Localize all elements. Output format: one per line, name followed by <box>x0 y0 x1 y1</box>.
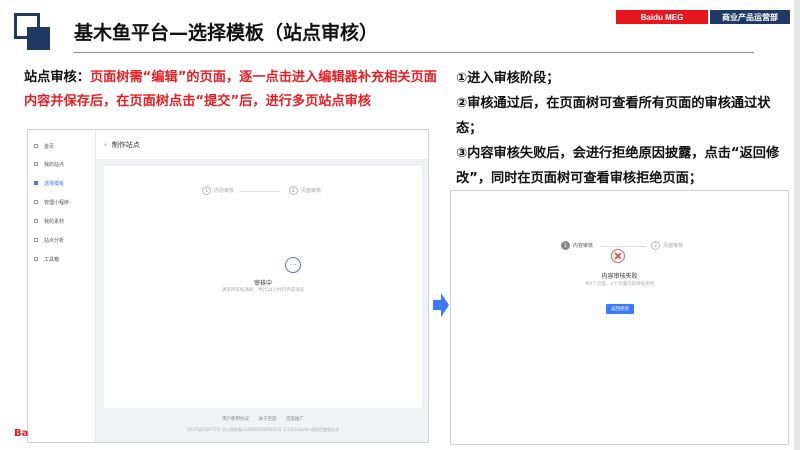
review-card: 1 内容审核 2 页面审核 ··· 审核中 请等待审核通知，预计24小时内完成审… <box>104 166 422 408</box>
step-number-1: 1 <box>202 186 211 195</box>
description-lead: 站点审核： <box>24 70 90 85</box>
step-page-review-failed: 2 页面审核 <box>651 241 683 250</box>
fail-status-title: 内容审核失败 <box>601 273 638 280</box>
step-content-review: 1 内容审核 <box>202 186 234 195</box>
fail-status-subtitle: 共X个页面，X个页面内容审核拒绝 <box>584 282 655 287</box>
footer-link-agreement[interactable]: 用户使用协议 <box>222 417 249 422</box>
brand-department: 商业产品运营部 <box>710 10 790 24</box>
progress-steps: 1 内容审核 2 页面审核 <box>104 186 422 202</box>
sidebar-item-analytics[interactable]: 站点分析 <box>28 233 96 247</box>
step-content-review-failed: 1 内容审核 <box>561 241 593 250</box>
step-connector <box>601 246 646 247</box>
pending-clock-icon: ··· <box>285 257 301 273</box>
page-title: 基木鱼平台—选择模板（站点审核） <box>74 22 379 44</box>
home-icon <box>34 144 38 148</box>
step-number-2: 2 <box>289 186 298 195</box>
materials-icon <box>34 219 38 223</box>
mini-program-icon <box>34 200 38 204</box>
progress-steps-failed: 1 内容审核 2 页面审核 <box>451 211 788 250</box>
status-subtitle: 请等待审核通知，预计24小时内完成审核 <box>221 288 305 293</box>
footer-link-about[interactable]: 关于百度 <box>259 417 277 422</box>
sidebar-item-materials[interactable]: 我的素材 <box>28 214 96 228</box>
footer-copyright: 京ICP证030173号 京公网安备11000002000001号 ©2020 … <box>187 427 339 432</box>
toolbox-icon <box>34 257 38 261</box>
step-label-2: 页面审核 <box>663 243 684 249</box>
brand-name: Baidu MEG <box>616 10 708 24</box>
title-divider <box>74 52 754 53</box>
review-pending-screenshot: 首页 我的站点 选择模板 管理小程序 我的素材 站点分析 工具箱 ‹ 制作站点 … <box>27 129 429 443</box>
return-modify-button[interactable]: 返回修改 <box>606 304 634 314</box>
editor-header-title: 制作站点 <box>111 140 140 149</box>
step-item-1: ①进入审核阶段； <box>456 71 560 86</box>
sidebar-item-home[interactable]: 首页 <box>28 139 96 153</box>
status-title: 审核中 <box>253 280 272 287</box>
template-icon <box>34 181 38 185</box>
brand-badge: Baidu MEG 商业产品运营部 <box>616 10 790 24</box>
sidebar-item-mini-program[interactable]: 管理小程序 <box>28 195 96 209</box>
sidebar-item-templates[interactable]: 选择模板 <box>28 176 96 190</box>
steps-list: ①进入审核阶段； ②审核通过后，在页面树可查看所有页面的审核通过状态； ③内容审… <box>456 66 796 191</box>
step-connector <box>240 191 280 192</box>
editor-header: ‹ 制作站点 <box>96 130 428 160</box>
review-failed-screenshot: 1 内容审核 2 页面审核 内容审核失败 共X个页面，X个页面内容审核拒绝 返回… <box>450 190 789 445</box>
back-arrow-icon[interactable]: ‹ <box>104 141 107 149</box>
step-number-1: 1 <box>561 241 570 250</box>
sidebar-item-my-sites[interactable]: 我的站点 <box>28 157 96 171</box>
sidebar: 首页 我的站点 选择模板 管理小程序 我的素材 站点分析 工具箱 <box>28 130 96 442</box>
fail-x-icon <box>611 249 625 263</box>
step-label-1: 内容审核 <box>573 243 594 249</box>
description-text: 站点审核：页面树需“编辑”的页面，逐一点击进入编辑器补充相关页面内容并保存后，在… <box>24 66 444 114</box>
step-number-2: 2 <box>651 241 660 250</box>
step-item-3: ③内容审核失败后，会进行拒绝原因披露，点击“返回修改”，同时在页面树可查看审核拒… <box>456 146 780 186</box>
step-item-2: ②审核通过后，在页面树可查看所有页面的审核通过状态； <box>456 96 771 136</box>
bottom-logo-text: Ba <box>14 428 29 439</box>
step-label-1: 内容审核 <box>214 188 235 194</box>
footer-link-promotion[interactable]: 百度推广 <box>286 417 304 422</box>
sidebar-item-toolbox[interactable]: 工具箱 <box>28 252 96 266</box>
step-page-review: 2 页面审核 <box>289 186 321 195</box>
footer-links: 用户使用协议 关于百度 百度推广 <box>104 416 422 422</box>
site-icon <box>34 162 38 166</box>
step-label-2: 页面审核 <box>301 188 322 194</box>
logo-square-filled <box>27 27 50 50</box>
analytics-icon <box>34 238 38 242</box>
right-arrow-icon <box>433 293 449 317</box>
